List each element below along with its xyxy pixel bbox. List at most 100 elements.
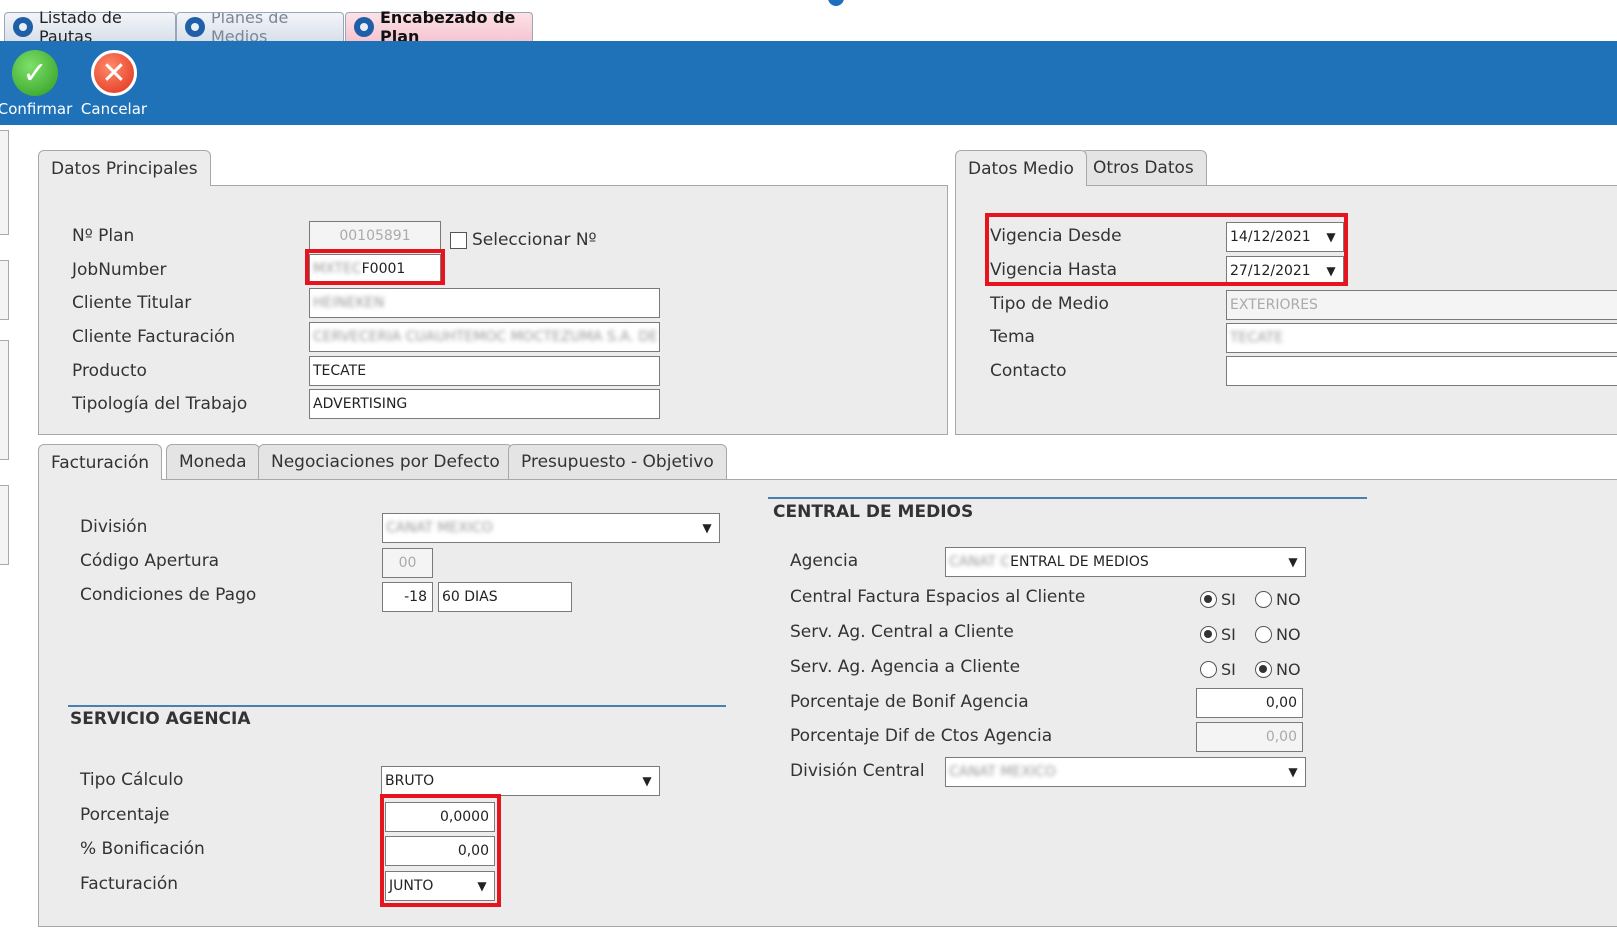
tab-otros-datos[interactable]: Otros Datos	[1080, 150, 1207, 185]
serv-central-si-radio[interactable]: SI	[1200, 625, 1236, 644]
codigo-apertura-label: Código Apertura	[80, 551, 220, 571]
check-icon: ✓	[12, 50, 58, 96]
serv-central-label: Serv. Ag. Central a Cliente	[790, 622, 1014, 642]
radio-dot	[1200, 591, 1217, 608]
tab-datos-principales[interactable]: Datos Principales	[38, 150, 211, 186]
tab-moneda[interactable]: Moneda	[166, 444, 260, 479]
tab-label: Planes de Medios	[211, 12, 289, 41]
tema-value: TECATE	[1230, 330, 1284, 346]
central-factura-no-radio[interactable]: NO	[1255, 590, 1301, 609]
facturacion-mode-select[interactable]: JUNTO ▼	[385, 871, 495, 901]
division-select[interactable]: CANAT MEXICO ▼	[382, 513, 720, 543]
radio-label: SI	[1221, 625, 1236, 644]
tab-listado-de-pautas[interactable]: Listado de Pautas	[4, 8, 176, 46]
bonificacion-field[interactable]: 0,00	[385, 836, 495, 866]
radio-dot	[1255, 661, 1272, 678]
porcentaje-field[interactable]: 0,0000	[385, 802, 495, 832]
radio-dot	[1255, 591, 1272, 608]
side-handle[interactable]	[0, 260, 9, 320]
bonif-agencia-field[interactable]: 0,00	[1196, 688, 1303, 718]
vigencia-hasta-field[interactable]: 27/12/2021 ▼	[1226, 256, 1344, 286]
side-handle[interactable]	[0, 340, 9, 460]
radio-label: NO	[1276, 590, 1301, 609]
confirm-button[interactable]: ✓ Confirmar	[0, 50, 75, 118]
radio-label: NO	[1276, 660, 1301, 679]
chevron-down-icon[interactable]: ▼	[1281, 548, 1305, 576]
section-divider	[68, 705, 726, 707]
vigencia-desde-field[interactable]: 14/12/2021 ▼	[1226, 222, 1344, 252]
tab-negociaciones[interactable]: Negociaciones por Defecto	[258, 444, 513, 479]
cliente-titular-value: HEINEKEN	[313, 295, 385, 311]
jobnumber-blurred: MXTEC	[313, 261, 362, 277]
division-central-value: CANAT MEXICO	[949, 764, 1056, 780]
checkbox-box	[450, 231, 467, 249]
producto-field[interactable]: TECATE	[309, 356, 660, 386]
division-label: División	[80, 517, 148, 537]
central-factura-label: Central Factura Espacios al Cliente	[790, 587, 1086, 607]
chevron-down-icon[interactable]: ▼	[1281, 758, 1305, 786]
tab-label: Datos Medio	[968, 158, 1074, 179]
jobnumber-value: F0001	[361, 261, 406, 277]
producto-label: Producto	[72, 361, 147, 381]
division-central-label: División Central	[790, 761, 925, 781]
agencia-label: Agencia	[790, 551, 859, 571]
serv-agencia-si-radio[interactable]: SI	[1200, 660, 1236, 679]
tipo-calculo-label: Tipo Cálculo	[80, 770, 184, 790]
chevron-down-icon[interactable]: ▼	[635, 767, 659, 795]
side-handle[interactable]	[0, 485, 9, 565]
agencia-blurred: CANAT C	[949, 554, 1011, 570]
cliente-titular-label: Cliente Titular	[72, 293, 192, 313]
tab-datos-medio[interactable]: Datos Medio	[955, 150, 1087, 186]
agencia-select[interactable]: CANAT C ENTRAL DE MEDIOS ▼	[945, 547, 1306, 577]
condiciones-code-field[interactable]: -18	[382, 582, 433, 612]
tab-presupuesto[interactable]: Presupuesto - Objetivo	[508, 444, 727, 479]
tipologia-field[interactable]: ADVERTISING	[309, 389, 660, 419]
vigencia-desde-value: 14/12/2021	[1230, 229, 1311, 245]
tab-planes-de-medios[interactable]: Planes de Medios	[176, 12, 344, 41]
chevron-down-icon[interactable]: ▼	[1319, 257, 1343, 285]
tab-label: Presupuesto - Objetivo	[521, 452, 714, 472]
tab-encabezado-de-plan[interactable]: Encabezado de Plan	[345, 8, 533, 46]
condiciones-pago-label: Condiciones de Pago	[80, 585, 257, 605]
select-number-checkbox[interactable]: Seleccionar Nº	[450, 230, 597, 250]
agencia-value: ENTRAL DE MEDIOS	[1010, 554, 1149, 570]
confirm-label: Confirmar	[0, 100, 73, 118]
tipo-calculo-select[interactable]: BRUTO ▼	[381, 766, 660, 796]
tab-label: Facturación	[51, 452, 150, 473]
toolbar	[0, 41, 1617, 125]
cancel-button[interactable]: ✕ Cancelar	[74, 50, 154, 118]
serv-agencia-label: Serv. Ag. Agencia a Cliente	[790, 657, 1021, 677]
tab-label: Otros Datos	[1093, 158, 1194, 178]
jobnumber-field[interactable]: MXTEC F0001	[309, 254, 441, 284]
tipo-medio-field: EXTERIORES	[1226, 290, 1617, 320]
tema-field[interactable]: TECATE	[1226, 323, 1617, 353]
tab-label: Datos Principales	[51, 158, 198, 179]
tipologia-label: Tipología del Trabajo	[72, 394, 248, 414]
dif-ctos-field: 0,00	[1196, 722, 1303, 752]
division-central-select[interactable]: CANAT MEXICO ▼	[945, 757, 1306, 787]
radio-label: SI	[1221, 590, 1236, 609]
radio-label: NO	[1276, 625, 1301, 644]
cliente-facturacion-label: Cliente Facturación	[72, 327, 236, 347]
chevron-down-icon[interactable]: ▼	[470, 872, 494, 900]
tab-facturacion[interactable]: Facturación	[38, 444, 163, 480]
cliente-titular-field[interactable]: HEINEKEN	[309, 288, 660, 318]
vigencia-hasta-label: Vigencia Hasta	[990, 260, 1118, 280]
contacto-field[interactable]	[1226, 356, 1617, 386]
window-indicator	[828, 0, 844, 6]
contacto-label: Contacto	[990, 361, 1067, 381]
cliente-facturacion-value: CERVECERIA CUAUHTEMOC MOCTEZUMA S.A. DE …	[313, 329, 660, 345]
cliente-facturacion-field[interactable]: CERVECERIA CUAUHTEMOC MOCTEZUMA S.A. DE …	[309, 322, 660, 352]
serv-agencia-no-radio[interactable]: NO	[1255, 660, 1301, 679]
tab-icon	[185, 17, 205, 37]
codigo-apertura-field: 00	[382, 548, 433, 578]
jobnumber-label: JobNumber	[72, 260, 167, 280]
tema-label: Tema	[990, 327, 1035, 347]
central-factura-si-radio[interactable]: SI	[1200, 590, 1236, 609]
chevron-down-icon[interactable]: ▼	[695, 514, 719, 542]
side-handle[interactable]	[0, 130, 9, 235]
serv-central-no-radio[interactable]: NO	[1255, 625, 1301, 644]
central-medios-title: CENTRAL DE MEDIOS	[773, 502, 974, 522]
chevron-down-icon[interactable]: ▼	[1319, 223, 1343, 251]
plan-number-label: Nº Plan	[72, 226, 135, 246]
